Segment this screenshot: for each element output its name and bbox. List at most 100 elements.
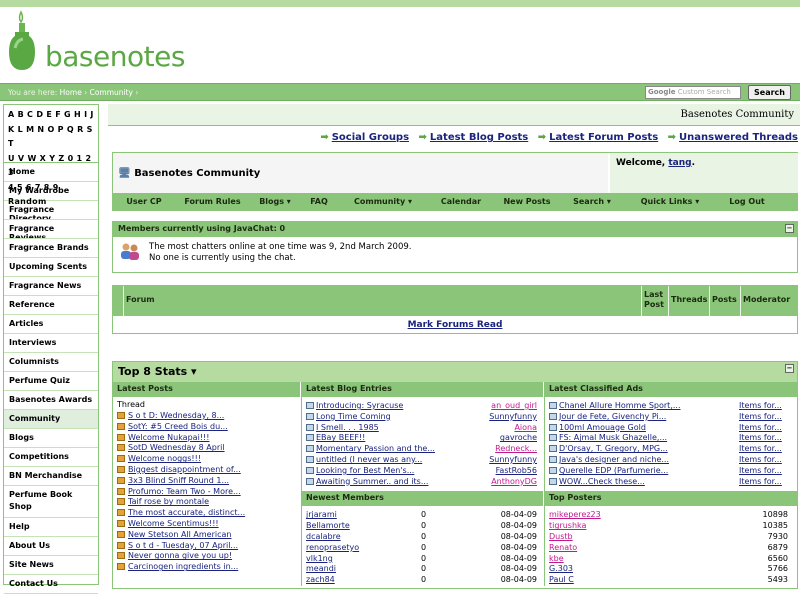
- classified-ad-row[interactable]: Java's designer and niche... Items for...: [549, 455, 794, 466]
- member-name[interactable]: vlk1ng: [306, 554, 333, 563]
- blog-entry-author[interactable]: an_oud_girl: [491, 401, 537, 412]
- latest-post-link[interactable]: Never gonna give you up!: [128, 551, 232, 560]
- nav-forum-rules[interactable]: Forum Rules: [175, 193, 250, 211]
- sidebar-item-fragrance-news[interactable]: Fragrance News: [4, 277, 98, 296]
- top-poster-name[interactable]: Renato: [549, 543, 577, 552]
- classified-ad-title[interactable]: Jour de Fete, Givenchy Pi...: [559, 412, 666, 421]
- search-input[interactable]: Google Custom Search: [645, 86, 741, 99]
- blog-entry-row[interactable]: untitled (I never was any... Sunnyfunny: [306, 455, 539, 466]
- toplink-latest-forum-posts-label[interactable]: Latest Forum Posts: [549, 132, 658, 143]
- nav-log-out[interactable]: Log Out: [716, 193, 778, 211]
- latest-post-item[interactable]: SotD Wednesday 8 April: [117, 443, 296, 454]
- toplink-latest-blog-posts-label[interactable]: Latest Blog Posts: [430, 132, 528, 143]
- blog-entry-title[interactable]: untitled (I never was any...: [316, 455, 422, 464]
- top-stats-title-text[interactable]: Top 8 Stats ▾: [118, 365, 197, 378]
- blog-entry-row[interactable]: Introducing: Syracuse an_oud_girl: [306, 401, 539, 412]
- blog-entry-row[interactable]: Looking for Best Men's... FastRob56: [306, 466, 539, 477]
- blog-entry-title[interactable]: I Smell. . . 1985: [316, 423, 379, 432]
- blog-entry-author[interactable]: AnthonyDG: [491, 477, 537, 488]
- latest-post-link[interactable]: S o t d - Tuesday, 07 April...: [128, 541, 238, 550]
- latest-post-item[interactable]: Welcome Nukapai!!!: [117, 433, 296, 444]
- classified-ad-row[interactable]: FS: Ajmal Musk Ghazelle,... Items for...: [549, 433, 794, 444]
- blog-entry-author[interactable]: Sunnyfunny: [489, 455, 537, 466]
- nav-blogs[interactable]: Blogs ▾: [250, 193, 300, 211]
- latest-post-link[interactable]: 3x3 Blind Sniff Round 1...: [128, 476, 229, 485]
- sidebar-item-columnists[interactable]: Columnists: [4, 353, 98, 372]
- blog-entry-title[interactable]: Long Time Coming: [316, 412, 391, 421]
- blog-entry-title[interactable]: Awaiting Summer.. and its...: [316, 477, 428, 486]
- alphabet-row-2[interactable]: K L M N O P Q R S T: [8, 123, 94, 152]
- member-name[interactable]: Bellamorte: [306, 521, 350, 530]
- member-name[interactable]: renoprasetyo: [306, 543, 359, 552]
- breadcrumb-community[interactable]: Community: [90, 88, 133, 97]
- classified-ad-title[interactable]: WOW...Check these...: [559, 477, 645, 486]
- latest-post-link[interactable]: Welcome Nukapai!!!: [128, 433, 209, 442]
- sidebar-item-reference[interactable]: Reference: [4, 296, 98, 315]
- classified-ad-title[interactable]: Java's designer and niche...: [559, 455, 669, 464]
- latest-post-link[interactable]: SotD Wednesday 8 April: [128, 443, 225, 452]
- classified-ad-row[interactable]: WOW...Check these... Items for...: [549, 477, 794, 488]
- latest-post-item[interactable]: Profumo: Team Two - More...: [117, 487, 296, 498]
- classified-ad-category[interactable]: Items for...: [739, 455, 782, 466]
- nav-new-posts[interactable]: New Posts: [494, 193, 560, 211]
- classified-ad-row[interactable]: Chanel Allure Homme Sport,... Items for..…: [549, 401, 794, 412]
- classified-ad-category[interactable]: Items for...: [739, 466, 782, 477]
- nav-calendar[interactable]: Calendar: [428, 193, 494, 211]
- blog-entry-row[interactable]: Long Time Coming Sunnyfunny: [306, 412, 539, 423]
- sidebar-item-bn-merchandise[interactable]: BN Merchandise: [4, 467, 98, 486]
- toplink-unanswered-threads-label[interactable]: Unanswered Threads: [679, 132, 798, 143]
- blog-entry-title[interactable]: Introducing: Syracuse: [316, 401, 403, 410]
- mark-forums-read-link[interactable]: Mark Forums Read: [408, 320, 503, 330]
- sidebar-item-site-news[interactable]: Site News: [4, 556, 98, 575]
- classified-ad-title[interactable]: D'Orsay, T. Gregory, MPG...: [559, 444, 668, 453]
- sidebar-item-perfume-book-shop[interactable]: Perfume Book Shop: [4, 486, 98, 518]
- nav-search[interactable]: Search ▾: [560, 193, 624, 211]
- collapse-icon[interactable]: −: [785, 364, 794, 373]
- sidebar-item-upcoming-scents[interactable]: Upcoming Scents: [4, 258, 98, 277]
- toplink-social-groups-label[interactable]: Social Groups: [332, 132, 409, 143]
- latest-post-item[interactable]: Biggest disappointment of...: [117, 465, 296, 476]
- latest-post-item[interactable]: The most accurate, distinct...: [117, 508, 296, 519]
- top-poster-name[interactable]: tigrushka: [549, 521, 586, 530]
- classified-ad-title[interactable]: 100ml Amouage Gold: [559, 423, 646, 432]
- sidebar-item-about-us[interactable]: About Us: [4, 537, 98, 556]
- nav-user-cp[interactable]: User CP: [113, 193, 175, 211]
- toplink-unanswered-threads[interactable]: ➡ Unanswered Threads: [668, 132, 798, 143]
- classified-ad-category[interactable]: Items for...: [739, 433, 782, 444]
- member-name[interactable]: meandi: [306, 564, 336, 573]
- classified-ad-title[interactable]: Chanel Allure Homme Sport,...: [559, 401, 681, 410]
- site-logo[interactable]: basenotes: [5, 10, 185, 80]
- latest-post-item[interactable]: 3x3 Blind Sniff Round 1...: [117, 476, 296, 487]
- classified-ad-category[interactable]: Items for...: [739, 412, 782, 423]
- top-poster-name[interactable]: Dustb: [549, 532, 573, 541]
- latest-post-link[interactable]: Profumo: Team Two - More...: [128, 487, 241, 496]
- sidebar-item-interviews[interactable]: Interviews: [4, 334, 98, 353]
- classified-ad-row[interactable]: 100ml Amouage Gold Items for...: [549, 423, 794, 434]
- latest-post-link[interactable]: Welcome noggs!!!: [128, 454, 201, 463]
- sidebar-item-articles[interactable]: Articles: [4, 315, 98, 334]
- classified-ad-category[interactable]: Items for...: [739, 423, 782, 434]
- classified-ad-row[interactable]: D'Orsay, T. Gregory, MPG... Items for...: [549, 444, 794, 455]
- member-name[interactable]: jrjarami: [306, 510, 337, 519]
- blog-entry-author[interactable]: Aiona: [514, 423, 537, 434]
- top-poster-name[interactable]: G.303: [549, 564, 573, 573]
- blog-entry-row[interactable]: EBay BEEF!! gavroche: [306, 433, 539, 444]
- alphabet-row-1[interactable]: A B C D E F G H I J: [8, 108, 94, 123]
- classified-ad-category[interactable]: Items for...: [739, 477, 782, 488]
- latest-post-link[interactable]: Biggest disappointment of...: [128, 465, 241, 474]
- latest-post-link[interactable]: Welcome Scentimus!!!: [128, 519, 219, 528]
- latest-post-item[interactable]: SotY: #5 Creed Bois du...: [117, 422, 296, 433]
- search-button[interactable]: Search: [748, 85, 791, 100]
- classified-ad-row[interactable]: Querelle EDP (Parfumerie... Items for...: [549, 466, 794, 477]
- latest-post-link[interactable]: Carcinogen ingredients in...: [128, 562, 238, 571]
- latest-post-item[interactable]: Welcome noggs!!!: [117, 454, 296, 465]
- classified-ad-title[interactable]: FS: Ajmal Musk Ghazelle,...: [559, 433, 667, 442]
- nav-faq[interactable]: FAQ: [300, 193, 338, 211]
- breadcrumb-home[interactable]: Home: [60, 88, 82, 97]
- sidebar-item-fragrance-reviews[interactable]: Fragrance Reviews: [4, 220, 98, 239]
- latest-post-link[interactable]: SotY: #5 Creed Bois du...: [128, 422, 228, 431]
- member-name[interactable]: zach84: [306, 575, 335, 584]
- latest-post-link[interactable]: The most accurate, distinct...: [128, 508, 245, 517]
- sidebar-item-perfume-quiz[interactable]: Perfume Quiz: [4, 372, 98, 391]
- latest-post-link[interactable]: Taif rose by montale: [128, 497, 209, 506]
